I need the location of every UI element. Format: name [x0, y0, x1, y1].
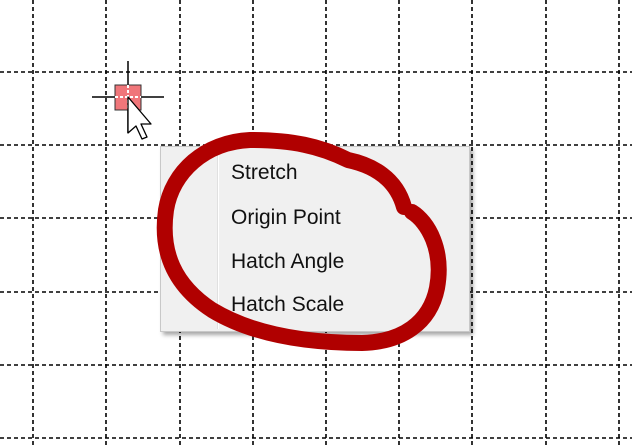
menu-item-hatch-scale[interactable]: Hatch Scale: [163, 285, 467, 325]
menu-item-stretch[interactable]: Stretch: [163, 153, 467, 193]
context-menu: Stretch Origin Point Hatch Angle Hatch S…: [160, 146, 470, 332]
menu-item-origin-point[interactable]: Origin Point: [163, 198, 467, 238]
menu-item-hatch-angle[interactable]: Hatch Angle: [163, 242, 467, 282]
